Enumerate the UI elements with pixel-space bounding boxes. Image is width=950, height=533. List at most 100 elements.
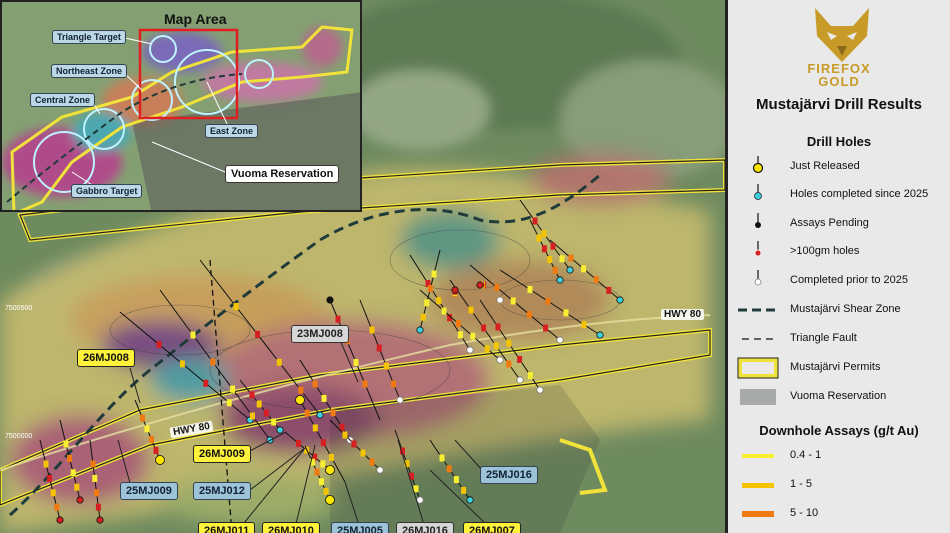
assay-intercept xyxy=(271,418,277,426)
assay-intercept xyxy=(559,255,565,263)
assay-intercept xyxy=(335,315,341,323)
legend-label: 0.4 - 1 xyxy=(790,449,822,461)
assay-intercept xyxy=(95,503,101,511)
assay-intercept xyxy=(179,360,185,368)
assay-intercept xyxy=(550,242,556,250)
drill-collar-cyan[interactable] xyxy=(596,331,604,339)
drill-collar-red[interactable] xyxy=(56,516,64,524)
drill-collar-cyan[interactable] xyxy=(556,276,564,284)
thin-dash-icon xyxy=(742,338,774,340)
label-vuoma-reservation: Vuoma Reservation xyxy=(225,165,340,183)
assay-intercept xyxy=(319,478,324,486)
assay-intercept xyxy=(481,324,487,332)
drill-collar-cyan[interactable] xyxy=(566,266,574,274)
drill-collar-cyan[interactable] xyxy=(616,296,624,304)
assay-intercept xyxy=(369,326,375,334)
assay-swatch-gold xyxy=(742,483,774,488)
assay-intercept xyxy=(63,440,69,448)
assay-intercept xyxy=(304,409,310,417)
drill-hole-label[interactable]: 26MJ010 xyxy=(262,522,320,533)
legend-item-assays-pending: Assays Pending xyxy=(728,213,950,235)
assay-intercept xyxy=(67,454,73,462)
assay-intercept xyxy=(203,379,209,387)
legend-label: Holes completed since 2025 xyxy=(790,188,929,200)
permit-box-icon xyxy=(737,357,779,379)
drill-collar-white[interactable] xyxy=(496,296,504,304)
brand-name-line2: GOLD xyxy=(818,74,860,89)
legend-item-just-released: Just Released xyxy=(728,156,950,178)
black-collar-icon xyxy=(755,213,761,228)
drill-collar-white[interactable] xyxy=(556,336,564,344)
assay-intercept xyxy=(391,380,397,388)
drill-collar-white[interactable] xyxy=(376,466,384,474)
assay-intercept xyxy=(312,380,318,388)
drill-collar-black[interactable] xyxy=(326,296,334,304)
drill-collar-white[interactable] xyxy=(416,496,424,504)
drill-collar-red[interactable] xyxy=(96,516,104,524)
legend-item-assay-1: 1 - 5 xyxy=(728,474,950,496)
drill-collar-white[interactable] xyxy=(536,386,544,394)
assay-intercept xyxy=(431,270,437,278)
assay-intercept xyxy=(233,303,239,310)
assay-intercept xyxy=(517,355,523,363)
label-northeast-zone: Northeast Zone xyxy=(51,64,128,78)
drill-collar-white[interactable] xyxy=(496,356,504,364)
drill-collar-red[interactable] xyxy=(451,286,459,294)
legend-label: Just Released xyxy=(790,160,860,172)
legend-item-completed-since-2025: Holes completed since 2025 xyxy=(728,184,950,206)
drill-hole-label[interactable]: 25MJ005 xyxy=(331,522,389,533)
legend-item-100gm-holes: >100gm holes xyxy=(728,241,950,263)
assay-intercept xyxy=(298,386,304,394)
assay-intercept xyxy=(563,309,569,317)
drill-collar-white[interactable] xyxy=(516,376,524,384)
assay-intercept xyxy=(256,400,262,408)
drill-hole-label[interactable]: 26MJ009 xyxy=(193,445,251,463)
drill-collar-cyan[interactable] xyxy=(416,326,424,334)
assay-intercept xyxy=(140,414,145,422)
drill-hole-label[interactable]: 26MJ016 xyxy=(396,522,454,533)
inset-map[interactable]: Map Area Triangle Target Northeast Zone … xyxy=(0,0,362,212)
drill-hole-label[interactable]: 25MJ016 xyxy=(480,466,538,484)
drill-collar-cyan[interactable] xyxy=(316,411,324,419)
drill-collar-white[interactable] xyxy=(396,396,404,404)
drill-collar-cyan[interactable] xyxy=(466,496,474,504)
assay-intercept xyxy=(360,449,366,457)
drill-hole-label[interactable]: 26MJ011 xyxy=(198,522,256,533)
drill-collar-yellow[interactable] xyxy=(155,455,165,465)
assay-intercept xyxy=(470,332,476,340)
drill-hole-label[interactable]: 26MJ008 xyxy=(77,349,135,367)
assay-intercept xyxy=(427,284,433,292)
yellow-collar-icon xyxy=(752,156,764,174)
drill-hole-label[interactable]: 25MJ009 xyxy=(120,482,178,500)
assay-intercept xyxy=(255,330,261,338)
assay-intercept xyxy=(153,446,159,454)
assay-intercept xyxy=(493,342,499,350)
assay-intercept xyxy=(74,483,80,491)
assay-intercept xyxy=(532,217,538,225)
legend-label: 1 - 5 xyxy=(790,478,813,490)
drill-collar-yellow[interactable] xyxy=(325,465,335,475)
assay-intercept xyxy=(94,489,100,497)
assay-intercept xyxy=(424,299,430,307)
assay-intercept xyxy=(92,474,98,482)
drill-collar-red[interactable] xyxy=(76,496,84,504)
legend-label: Completed prior to 2025 xyxy=(790,274,909,286)
drill-collar-white[interactable] xyxy=(466,346,474,354)
drill-collar-cyan[interactable] xyxy=(276,426,284,434)
grid-label-northing-2: 7500000 xyxy=(5,433,33,440)
assay-intercept xyxy=(296,439,301,447)
drill-collar-red[interactable] xyxy=(476,281,484,289)
label-gabbro-target: Gabbro Target xyxy=(71,184,143,198)
red-collar-icon xyxy=(754,241,762,257)
assay-intercept xyxy=(436,297,442,305)
drill-hole-label[interactable]: 23MJ008 xyxy=(291,325,349,343)
legend-label: Mustajärvi Permits xyxy=(790,361,881,373)
drill-collar-yellow[interactable] xyxy=(295,395,305,405)
assay-intercept xyxy=(420,313,426,321)
assay-intercept xyxy=(54,503,60,511)
assay-intercept xyxy=(455,320,461,328)
drill-collar-yellow[interactable] xyxy=(325,495,335,505)
assay-intercept xyxy=(149,436,154,444)
drill-hole-label[interactable]: 25MJ012 xyxy=(193,482,251,500)
drill-hole-label[interactable]: 26MJ007 xyxy=(463,522,521,533)
